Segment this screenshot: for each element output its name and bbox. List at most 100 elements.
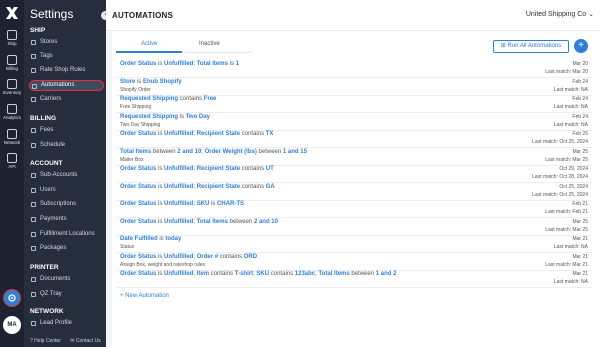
nav-item-fees[interactable]: Fees [29, 125, 104, 136]
automation-date: Mar 25 [572, 218, 588, 225]
condition-term: SKU [196, 201, 210, 207]
nav-item-stores[interactable]: Stores [29, 37, 104, 48]
automation-condition[interactable]: Total Items between 2 and 10; Order Weig… [120, 149, 307, 155]
condition-operator: is [156, 131, 165, 137]
condition-term: 2 and 10 [177, 148, 202, 155]
nav-item-fulfillment-locations[interactable]: Fulfillment Locations [29, 229, 104, 240]
automation-condition[interactable]: Requested Shipping is Two Day [120, 114, 210, 120]
help-center-link[interactable]: ? Help Center [30, 338, 65, 344]
automations-panel: Active Inactive ⊞ Run All Automations + … [112, 31, 600, 347]
nav-item-documents[interactable]: Documents [29, 274, 104, 285]
nav-footer: ? Help Center ✉ Contact Us [30, 338, 109, 344]
automation-row[interactable]: Order Status is Unfulfilled; Recipient S… [116, 165, 592, 183]
automation-row[interactable]: Order Status is Unfulfilled; Total Items… [116, 218, 592, 236]
condition-term: Requested Shipping [120, 113, 179, 120]
automation-row[interactable]: Store is Ehub Shopify Shopify Order Feb 24… [116, 78, 592, 96]
automation-condition[interactable]: Order Status is Unfulfilled; SKU is CHAR… [120, 201, 244, 207]
nav-item-lead-profile[interactable]: Lead Profile [29, 318, 104, 329]
automation-row[interactable]: Order Status is Unfulfilled; Order # con… [116, 253, 592, 271]
rail-item-api[interactable]: API [0, 153, 24, 169]
automation-row[interactable]: Order Status is Unfulfilled; Recipient S… [116, 130, 592, 148]
condition-term: GA [265, 183, 275, 190]
last-match: Last match: Oct 25, 2024 [532, 139, 588, 145]
page-title: AUTOMATIONS [112, 11, 174, 20]
automation-date: Oct 25, 2024 [559, 183, 588, 190]
nav-item-tags[interactable]: Tags [29, 51, 104, 62]
automation-condition[interactable]: Order Status is Unfulfilled; Order # con… [120, 254, 257, 260]
tab-inactive[interactable]: Inactive [199, 41, 220, 47]
condition-term: 1 and 15 [282, 148, 307, 155]
condition-operator: contains [240, 166, 266, 172]
gear-icon [8, 294, 16, 302]
nav-section-billing: BILLING [30, 115, 56, 122]
automation-date: Mar 21 [572, 271, 588, 277]
nav-item-automations[interactable]: Automations [29, 80, 104, 91]
schedule-icon [31, 143, 36, 148]
automation-row[interactable]: Order Status is Unfulfilled; Recipient S… [116, 183, 592, 201]
nav-item-carriers[interactable]: Carriers [29, 94, 104, 105]
automation-row[interactable]: Date Fulfilled is today Status Mar 21 Last … [116, 235, 592, 253]
automation-condition[interactable]: Order Status is Unfulfilled; Recipient S… [120, 184, 275, 190]
condition-term: Unfulfilled [164, 61, 194, 67]
automation-condition[interactable]: Order Status is Unfulfilled; Total Items… [120, 61, 239, 67]
condition-term: 123abc [294, 271, 316, 277]
condition-term: Store [120, 78, 136, 85]
automation-row[interactable]: Order Status is Unfulfilled; Total Items… [116, 60, 592, 78]
automation-row[interactable]: Requested Shipping is Two Day Two Day Shi… [116, 113, 592, 131]
carrier-icon [31, 97, 36, 102]
document-icon [31, 277, 36, 282]
automation-row[interactable]: Order Status is Unfulfilled; Item contai… [116, 270, 592, 288]
condition-operator: between [349, 271, 376, 277]
rail-item-analytics[interactable]: Analytics [0, 104, 24, 120]
automation-date: Feb 21 [572, 201, 588, 207]
automation-date: Mar 25 [572, 148, 588, 155]
nav-item-payments[interactable]: Payments [29, 214, 104, 225]
nav-item-subscriptions[interactable]: Subscriptions [29, 199, 104, 210]
automation-condition[interactable]: Order Status is Unfulfilled; Recipient S… [120, 131, 273, 137]
rail-item-ship[interactable]: Ship [0, 30, 24, 46]
nav-item-schedule[interactable]: Schedule [29, 140, 104, 151]
condition-operator: contains [218, 253, 244, 260]
tab-active[interactable]: Active [141, 41, 157, 47]
add-automation-button[interactable]: + [574, 39, 588, 53]
settings-gear-button[interactable] [3, 289, 21, 307]
condition-term: CHAR-TS [217, 201, 245, 207]
automation-condition[interactable]: Date Fulfilled is today [120, 236, 181, 242]
automation-row[interactable]: Requested Shipping contains Free Free Shi… [116, 95, 592, 113]
analytics-icon [7, 104, 17, 114]
last-match: Last match: NA [553, 104, 588, 110]
rail-item-network[interactable]: Network [0, 129, 24, 145]
automation-condition[interactable]: Order Status is Unfulfilled; Recipient S… [120, 166, 274, 172]
condition-term: Order Status [120, 166, 157, 172]
company-selector[interactable]: United Shipping Co ⌄ [526, 10, 594, 18]
last-match: Last match: Oct 28, 2024 [532, 174, 588, 180]
nav-section-account: ACCOUNT [30, 160, 63, 167]
new-automation-link[interactable]: + New Automation [120, 293, 169, 299]
condition-operator: is [156, 166, 165, 172]
fees-icon [31, 128, 36, 133]
rail-item-billing[interactable]: Billing [0, 55, 24, 71]
automation-date: Oct 29, 2024 [559, 166, 588, 172]
automation-condition[interactable]: Requested Shipping contains Free [120, 96, 216, 102]
rail-item-inventory[interactable]: Inventory [0, 79, 24, 95]
condition-operator: between [227, 218, 254, 225]
subscriptions-icon [31, 202, 36, 207]
avatar[interactable]: MA [3, 316, 21, 334]
nav-item-rate-shop-rules[interactable]: Rate Shop Rules [29, 65, 104, 76]
logo-icon [6, 7, 18, 19]
nav-item-users[interactable]: Users [29, 185, 104, 196]
nav-item-sub-accounts[interactable]: Sub-Accounts [29, 170, 104, 181]
condition-term: Order Status [120, 253, 157, 260]
chevron-down-icon: ⌄ [588, 11, 594, 18]
ship-icon [7, 30, 17, 40]
contact-us-link[interactable]: ✉ Contact Us [70, 338, 104, 344]
automation-row[interactable]: Total Items between 2 and 10; Order Weig… [116, 148, 592, 166]
automation-condition[interactable]: Order Status is Unfulfilled; Total Items… [120, 219, 278, 225]
nav-item-packages[interactable]: Packages [29, 243, 104, 254]
automation-condition[interactable]: Store is Ehub Shopify [120, 79, 182, 85]
automation-row[interactable]: Order Status is Unfulfilled; SKU is CHAR… [116, 200, 592, 218]
run-all-automations-button[interactable]: ⊞ Run All Automations [493, 40, 569, 53]
automation-condition[interactable]: Order Status is Unfulfilled; Item contai… [120, 271, 396, 277]
nav-item-qz-tray[interactable]: QZ Tray [29, 289, 104, 300]
last-match: Last match: Mar 21 [545, 261, 588, 268]
